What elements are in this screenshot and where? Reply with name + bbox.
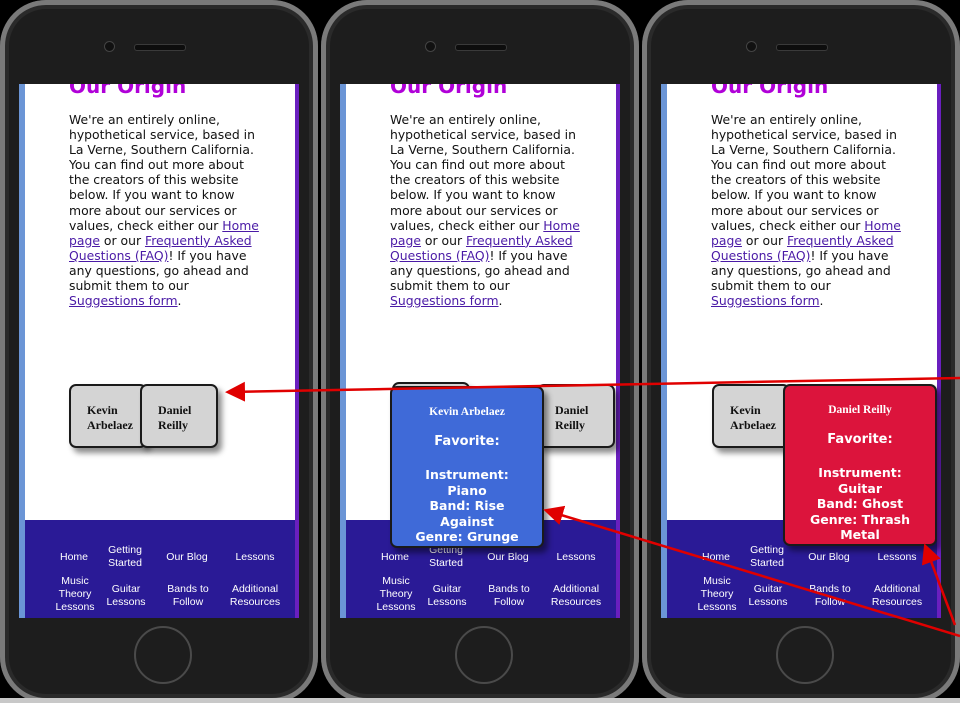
arrow-to-kevin-popup [543, 505, 960, 638]
arrow-to-cards [225, 376, 960, 402]
annotation-arrows [225, 376, 960, 638]
bottom-strip [0, 698, 960, 703]
arrow-to-daniel-popup [921, 543, 957, 626]
